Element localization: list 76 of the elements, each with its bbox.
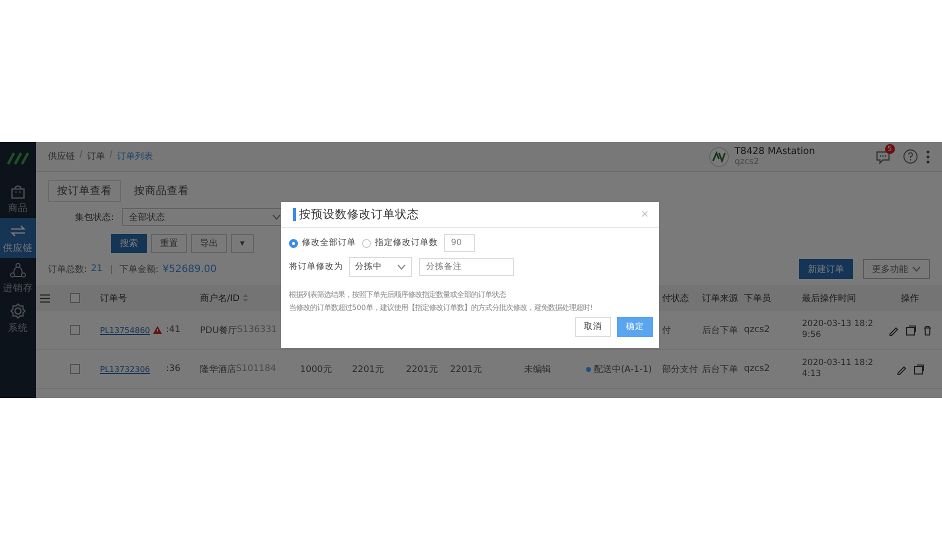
sidebar-item[interactable]: 供应链 xyxy=(0,218,36,258)
trash-icon[interactable] xyxy=(922,324,932,336)
table-cell-text: 配送中(A-1-1) xyxy=(594,364,652,376)
menu-icon[interactable] xyxy=(40,294,50,302)
chevron-down-icon xyxy=(272,214,282,220)
close-button[interactable]: × xyxy=(640,209,649,220)
order-link[interactable]: PL13754860 xyxy=(100,326,150,334)
table-cell-text: 未编辑 xyxy=(524,364,551,376)
breadcrumb-item[interactable]: 供应链 xyxy=(48,150,75,163)
sidebar-item[interactable]: 商品 xyxy=(0,178,36,218)
breadcrumb-item[interactable]: 订单 xyxy=(87,150,105,163)
more-icon[interactable] xyxy=(926,150,930,164)
table-cell: 2020-03-11 18:24:13 xyxy=(802,358,874,380)
logo-icon xyxy=(6,150,30,166)
order-count-label: 订单总数: xyxy=(48,264,88,276)
table-cell-text: 2201元 xyxy=(352,364,384,376)
column-header: 商户名/ID xyxy=(200,292,240,304)
search-button[interactable]: 搜索 xyxy=(111,234,147,253)
status-select[interactable]: 分拣中 xyxy=(349,257,412,277)
new-order-button[interactable]: 新建订单 xyxy=(799,259,853,279)
order-amount: ¥52689.00 xyxy=(162,264,217,274)
status-label: 将订单修改为 xyxy=(289,261,343,273)
pencil-icon[interactable] xyxy=(888,324,898,336)
checkbox[interactable] xyxy=(70,364,80,374)
sidebar-item[interactable]: 系统 xyxy=(0,298,36,338)
chevron-down-icon xyxy=(397,264,406,270)
chevron-down-icon xyxy=(912,266,921,272)
confirm-button[interactable]: 确定 xyxy=(617,317,653,337)
button[interactable]: 重置 xyxy=(151,234,187,253)
table-cell: :41 xyxy=(166,325,180,335)
merchant-name: 隆华酒店 xyxy=(200,364,236,376)
column-header: 下单员 xyxy=(744,292,771,304)
table-cell-text: 2201元 xyxy=(450,364,482,376)
radio-option[interactable]: 指定修改订单数 xyxy=(362,237,438,249)
table-cell-text: 付 xyxy=(662,324,671,336)
network-icon xyxy=(9,262,27,280)
column-header: 最后操作时间 xyxy=(802,292,856,304)
column-header: 订单来源 xyxy=(702,292,738,304)
button[interactable]: 导出 xyxy=(191,234,227,253)
checkbox[interactable] xyxy=(70,325,80,335)
table-cell-text: 1000元 xyxy=(300,364,332,376)
cancel-button[interactable]: 取消 xyxy=(575,317,611,337)
count-field[interactable]: 90 xyxy=(444,234,475,252)
copy-icon[interactable] xyxy=(913,364,924,374)
tab[interactable]: 按订单查看 xyxy=(48,180,121,202)
table-cell: :36 xyxy=(166,364,180,374)
account-name: T8428 MAstation xyxy=(734,146,815,156)
table-cell: qzcs2 xyxy=(744,325,770,335)
more-button[interactable]: 更多功能 xyxy=(863,259,930,279)
sidebar-item[interactable]: 进销存 xyxy=(0,258,36,298)
order-count: 21 xyxy=(91,264,102,274)
table-cell: 2020-03-13 18:29:56 xyxy=(802,319,874,341)
pencil-icon[interactable] xyxy=(896,364,907,374)
help-icon[interactable] xyxy=(903,149,918,164)
copy-icon[interactable] xyxy=(904,324,916,336)
column-header: 订单号 xyxy=(100,292,127,304)
table-cell-text: 后台下单 xyxy=(702,324,738,336)
radio-option[interactable]: 修改全部订单 xyxy=(289,237,356,249)
merchant-name: PDU餐厅 xyxy=(200,324,237,336)
dialog-title: 按预设数修改订单状态 xyxy=(293,208,641,221)
table-cell-text: 后台下单 xyxy=(702,364,738,376)
column-header: 操作 xyxy=(901,292,919,304)
table-cell-text: 2201元 xyxy=(406,364,438,376)
settings-icon xyxy=(9,302,27,320)
remark-field[interactable]: 分拣备注 xyxy=(419,258,514,276)
tab[interactable]: 按商品查看 xyxy=(125,180,198,202)
dropdown-button[interactable]: ▾ xyxy=(231,234,254,253)
filter-label: 集包状态: xyxy=(75,212,114,224)
breadcrumb-item[interactable]: 订单列表 xyxy=(117,150,153,163)
order-link[interactable]: PL13732306 xyxy=(100,364,150,374)
table-cell: qzcs2 xyxy=(744,364,770,374)
checkbox[interactable] xyxy=(70,293,80,303)
logo-icon xyxy=(708,146,729,166)
table-cell-text: 部分支付 xyxy=(662,364,698,376)
order-amount-label: 下单金额: xyxy=(120,264,159,276)
column-header: 付状态 xyxy=(662,292,689,304)
